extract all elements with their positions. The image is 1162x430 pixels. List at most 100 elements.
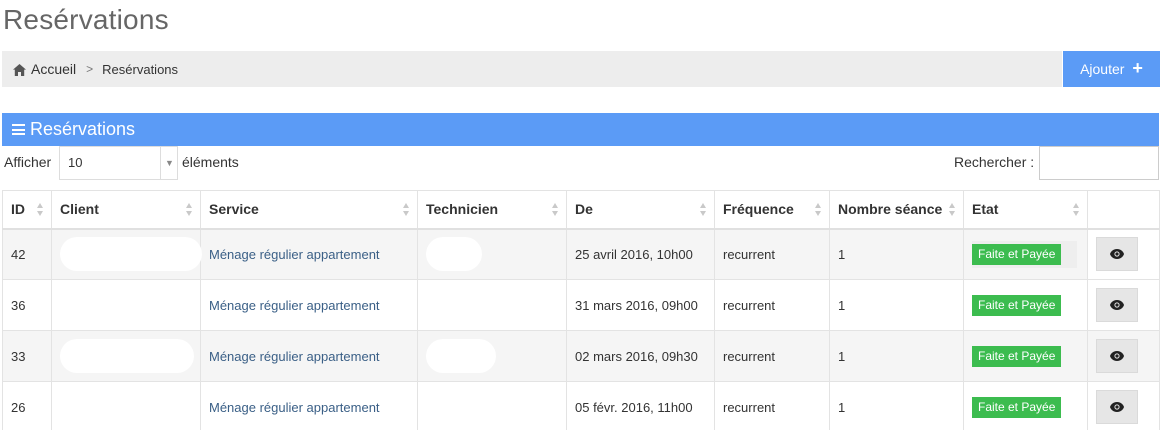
table-controls: Afficher 10 ▼ éléments Rechercher : xyxy=(2,146,1159,181)
cell-sessions: 1 xyxy=(829,381,964,430)
service-link[interactable]: Ménage régulier appartement xyxy=(209,247,380,262)
cell-status: Faite et Payée xyxy=(963,228,1088,280)
service-link[interactable]: Ménage régulier appartement xyxy=(209,349,380,364)
table-row: 36 Ménage régulier appartement 31 mars 2… xyxy=(2,279,1160,331)
column-header-frequency[interactable]: Fréquence xyxy=(714,190,830,230)
table-row: 33 Ménage régulier appartement 02 mars 2… xyxy=(2,330,1160,382)
breadcrumb-home-link[interactable]: Accueil xyxy=(31,61,76,77)
panel-header: Resérvations xyxy=(2,113,1159,146)
view-button[interactable] xyxy=(1096,390,1138,424)
cell-frequency: recurrent xyxy=(714,330,830,382)
eye-icon xyxy=(1110,351,1124,361)
cell-id: 42 xyxy=(2,228,52,280)
plus-icon: + xyxy=(1132,58,1143,78)
service-link[interactable]: Ménage régulier appartement xyxy=(209,298,380,313)
cell-frequency: recurrent xyxy=(714,228,830,280)
sort-icon xyxy=(1073,203,1080,217)
breadcrumb-current: Resérvations xyxy=(102,61,179,77)
cell-date: 25 avril 2016, 10h00 xyxy=(566,228,715,280)
view-button[interactable] xyxy=(1096,237,1138,272)
reservations-table: ID Client Service Technicien De Fréquenc… xyxy=(2,190,1160,430)
cell-sessions: 1 xyxy=(829,228,964,280)
cell-frequency: recurrent xyxy=(714,279,830,331)
column-header-status[interactable]: Etat xyxy=(963,190,1088,230)
home-icon xyxy=(13,63,26,76)
cell-id: 36 xyxy=(2,279,52,331)
column-header-date[interactable]: De xyxy=(566,190,715,230)
service-link[interactable]: Ménage régulier appartement xyxy=(209,400,380,415)
chevron-right-icon: > xyxy=(86,62,94,76)
status-badge: Faite et Payée xyxy=(972,345,1062,367)
status-highlight: Faite et Payée xyxy=(972,240,1078,268)
status-badge: Faite et Payée xyxy=(972,243,1062,265)
cell-technician xyxy=(417,381,567,430)
column-header-id[interactable]: ID xyxy=(2,190,52,230)
page-size-select[interactable]: 10 ▼ xyxy=(59,146,178,180)
cell-service: Ménage régulier appartement xyxy=(200,279,418,331)
cell-client xyxy=(51,330,201,382)
cell-client xyxy=(51,228,202,280)
cell-actions xyxy=(1087,228,1160,280)
cell-service: Ménage régulier appartement xyxy=(200,228,418,280)
eye-icon xyxy=(1110,402,1124,412)
status-badge: Faite et Payée xyxy=(972,294,1062,316)
column-header-client[interactable]: Client xyxy=(51,190,201,230)
sort-icon xyxy=(403,203,410,217)
page-size-suffix: éléments xyxy=(182,154,239,170)
cell-id: 26 xyxy=(2,381,52,430)
bars-icon xyxy=(12,124,25,135)
view-button[interactable] xyxy=(1096,288,1138,322)
sort-icon xyxy=(186,203,193,217)
cell-actions xyxy=(1087,279,1160,331)
page-size-label: Afficher xyxy=(4,154,52,170)
breadcrumb: Accueil > Resérvations xyxy=(2,51,1062,87)
add-button[interactable]: Ajouter + xyxy=(1063,51,1160,87)
search-input[interactable] xyxy=(1039,146,1159,180)
table-row: 26 Ménage régulier appartement 05 févr. … xyxy=(2,381,1160,430)
sort-icon xyxy=(815,203,822,217)
cell-status: Faite et Payée xyxy=(963,381,1088,430)
redacted-technician xyxy=(426,339,496,373)
sort-icon xyxy=(700,203,707,217)
cell-status: Faite et Payée xyxy=(963,330,1088,382)
cell-service: Ménage régulier appartement xyxy=(200,330,418,382)
add-button-label: Ajouter xyxy=(1080,61,1125,77)
cell-date: 31 mars 2016, 09h00 xyxy=(566,279,715,331)
redacted-client xyxy=(60,339,194,373)
redacted-client xyxy=(60,237,202,272)
cell-technician xyxy=(417,228,567,280)
eye-icon xyxy=(1110,300,1124,310)
cell-date: 05 févr. 2016, 11h00 xyxy=(566,381,715,430)
cell-actions xyxy=(1087,381,1160,430)
cell-sessions: 1 xyxy=(829,279,964,331)
status-badge: Faite et Payée xyxy=(972,396,1062,418)
search-label: Rechercher : xyxy=(954,154,1035,170)
sort-icon xyxy=(37,203,44,217)
column-header-sessions[interactable]: Nombre séance xyxy=(829,190,964,230)
sort-icon xyxy=(949,203,956,217)
cell-sessions: 1 xyxy=(829,330,964,382)
page-size-value: 10 xyxy=(68,155,83,170)
table-row: 42 Ménage régulier appartement 25 avril … xyxy=(2,228,1160,280)
cell-client xyxy=(51,279,201,331)
cell-technician xyxy=(417,330,567,382)
table-header-row: ID Client Service Technicien De Fréquenc… xyxy=(2,190,1160,230)
cell-service: Ménage régulier appartement xyxy=(200,381,418,430)
cell-client xyxy=(51,381,201,430)
redacted-technician xyxy=(426,237,482,272)
cell-id: 33 xyxy=(2,330,52,382)
cell-status: Faite et Payée xyxy=(963,279,1088,331)
cell-technician xyxy=(417,279,567,331)
view-button[interactable] xyxy=(1096,339,1138,373)
panel-title: Resérvations xyxy=(30,119,136,139)
eye-icon xyxy=(1110,249,1124,260)
cell-frequency: recurrent xyxy=(714,381,830,430)
sort-icon xyxy=(552,203,559,217)
column-header-technician[interactable]: Technicien xyxy=(417,190,567,230)
cell-actions xyxy=(1087,330,1160,382)
column-header-service[interactable]: Service xyxy=(200,190,418,230)
column-header-actions xyxy=(1087,190,1160,230)
cell-date: 02 mars 2016, 09h30 xyxy=(566,330,715,382)
caret-down-icon: ▼ xyxy=(160,147,178,179)
page-title: Resérvations xyxy=(3,4,169,35)
